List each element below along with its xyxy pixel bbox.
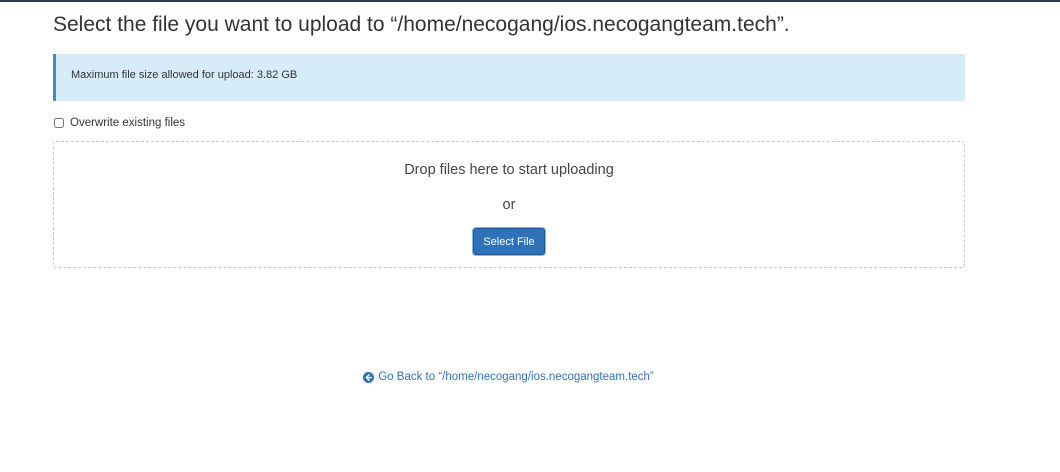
go-back-label: Go Back to “/home/necogang/ios.necogangt…	[378, 371, 654, 383]
arrow-circle-left-icon	[363, 371, 375, 383]
top-border	[0, 0, 1060, 2]
dropzone-message: Drop files here to start uploading	[404, 162, 614, 178]
overwrite-checkbox[interactable]	[54, 118, 64, 128]
overwrite-label: Overwrite existing files	[70, 117, 186, 129]
go-back-link[interactable]: Go Back to “/home/necogang/ios.necogangt…	[0, 371, 1017, 383]
file-dropzone[interactable]: Drop files here to start uploading or Se…	[53, 141, 965, 268]
dropzone-or-text: or	[502, 197, 516, 213]
page-title: Select the file you want to upload to “/…	[53, 13, 790, 36]
overwrite-option[interactable]: Overwrite existing files	[53, 117, 185, 129]
alert-text: Maximum file size allowed for upload: 3.…	[71, 69, 298, 81]
max-file-size-alert: Maximum file size allowed for upload: 3.…	[53, 54, 965, 101]
select-file-button[interactable]: Select File	[473, 228, 545, 255]
